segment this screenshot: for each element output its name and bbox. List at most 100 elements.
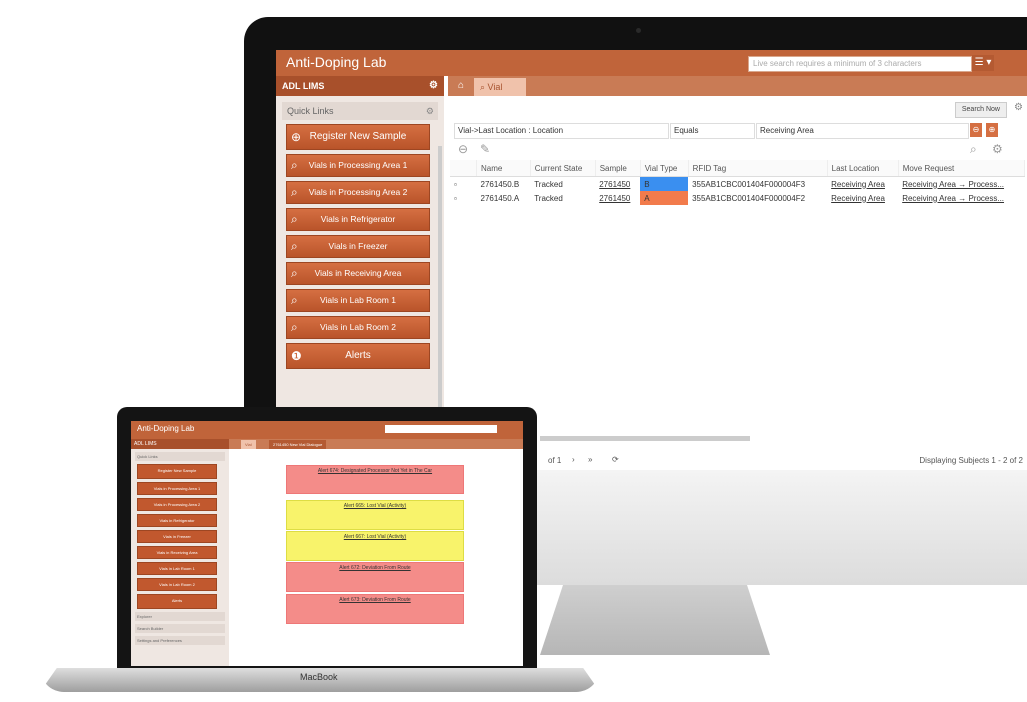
- move-request-link[interactable]: Receiving Area → Process...: [898, 177, 1024, 192]
- quick-link-label: Vials in Lab Room 1: [320, 295, 396, 305]
- mb-quick-link[interactable]: Vials in Lab Room 2: [137, 578, 217, 591]
- quick-link-lab-room-2[interactable]: ⌕ Vials in Lab Room 2: [286, 316, 430, 339]
- register-new-sample-button[interactable]: ⊕ Register New Sample: [286, 124, 430, 150]
- select-all-checkbox[interactable]: [450, 160, 477, 177]
- results-table: Name Current State Sample Vial Type RFID…: [450, 160, 1026, 205]
- mb-quick-link[interactable]: Vials in Refrigerator: [137, 514, 217, 527]
- column-header[interactable]: Name: [476, 160, 531, 177]
- alert-title[interactable]: Alert 667: Lost Vial (Activity): [287, 534, 463, 540]
- horizontal-scrollbar[interactable]: [540, 436, 750, 441]
- global-search-input[interactable]: Live search requires a minimum of 3 char…: [748, 56, 972, 72]
- column-header[interactable]: RFID Tag: [688, 160, 828, 177]
- alert-title[interactable]: Alert 674: Designated Processor Not Yet …: [287, 468, 463, 474]
- mb-tab-dialogue[interactable]: 2761450 New Vial Dialogue: [269, 440, 327, 449]
- table-row[interactable]: ▫ 2761450.A Tracked 2761450 A 355AB1CBC0…: [450, 191, 1025, 205]
- delete-icon[interactable]: ⊖: [458, 142, 468, 156]
- gear-icon[interactable]: ⚙: [1014, 102, 1023, 113]
- quick-link-refrigerator[interactable]: ⌕ Vials in Refrigerator: [286, 208, 430, 231]
- edit-icon[interactable]: ✎: [480, 142, 490, 156]
- alert-card[interactable]: Alert 667: Lost Vial (Activity): [286, 531, 464, 561]
- quick-link-label: Register New Sample: [309, 131, 407, 142]
- quick-link-processing-area-1[interactable]: ⌕ Vials in Processing Area 1: [286, 154, 430, 177]
- mb-app-header: Anti-Doping Lab: [131, 421, 523, 439]
- quick-link-label: Vials in Processing Area 1: [308, 160, 408, 170]
- mb-footer-item[interactable]: Explorer: [135, 612, 225, 621]
- mb-quick-link[interactable]: Vials in Processing Area 2: [137, 498, 217, 511]
- mb-alerts-button[interactable]: Alerts: [137, 594, 217, 609]
- last-location-link[interactable]: Receiving Area: [827, 177, 898, 192]
- remove-filter-button[interactable]: ⊖: [970, 123, 982, 137]
- last-location-link[interactable]: Receiving Area: [827, 191, 898, 205]
- quick-link-processing-area-2[interactable]: ⌕ Vials in Processing Area 2: [286, 181, 430, 204]
- search-now-button[interactable]: Search Now: [954, 102, 1007, 118]
- filter-operator-select[interactable]: Equals: [670, 123, 755, 139]
- sidebar-scrollbar[interactable]: [438, 146, 442, 416]
- alert-title[interactable]: Alert 673: Deviation From Route: [287, 597, 463, 603]
- mb-quick-link[interactable]: Register New Sample: [137, 464, 217, 479]
- filter-value-select[interactable]: Receiving Area: [756, 123, 969, 139]
- gear-icon[interactable]: ⚙: [426, 102, 434, 120]
- mb-quick-link[interactable]: Vials in Freezer: [137, 530, 217, 543]
- quick-link-label: Alerts: [345, 350, 371, 361]
- imac-stand: [540, 585, 770, 655]
- next-page-icon[interactable]: ›: [572, 455, 575, 464]
- sample-link[interactable]: 2761450: [595, 177, 640, 192]
- row-checkbox[interactable]: ▫: [450, 191, 477, 205]
- column-header[interactable]: Sample: [595, 160, 641, 177]
- cell-name: 2761450.A: [480, 193, 520, 203]
- cell-state: Tracked: [534, 193, 563, 203]
- column-header[interactable]: Vial Type: [640, 160, 689, 177]
- alert-icon: ❶: [291, 349, 302, 363]
- mb-search-input[interactable]: [385, 425, 497, 433]
- column-header[interactable]: Current State: [530, 160, 596, 177]
- macbook-label: MacBook: [300, 672, 338, 682]
- quick-link-freezer[interactable]: ⌕ Vials in Freezer: [286, 235, 430, 258]
- quick-link-label: Vials in Freezer: [328, 241, 388, 251]
- mb-tab-vial[interactable]: Vial: [241, 440, 256, 449]
- search-icon: ⌕: [291, 239, 298, 253]
- alert-card[interactable]: Alert 673: Deviation From Route: [286, 594, 464, 624]
- alerts-button[interactable]: ❶ Alerts: [286, 343, 430, 369]
- mb-quick-link[interactable]: Vials in Receiving Area: [137, 546, 217, 559]
- move-request-link[interactable]: Receiving Area → Process...: [898, 191, 1024, 205]
- alert-title[interactable]: Alert 665: Lost Vial (Activity): [287, 503, 463, 509]
- alert-title[interactable]: Alert 672: Deviation From Route: [287, 565, 463, 571]
- sample-link[interactable]: 2761450: [595, 191, 640, 205]
- quick-links-header[interactable]: Quick Links ⚙: [282, 102, 438, 120]
- gear-icon[interactable]: ⚙: [429, 76, 438, 96]
- column-header[interactable]: Move Request: [898, 160, 1026, 177]
- quick-link-label: Vials in Lab Room 2: [320, 322, 396, 332]
- refresh-icon[interactable]: ⟳: [612, 455, 619, 464]
- tab-vial[interactable]: ⌕ Vial: [474, 78, 526, 96]
- cell-vial-type: A: [640, 191, 689, 205]
- table-row[interactable]: ▫ 2761450.B Tracked 2761450 B 355AB1CBC0…: [450, 176, 1025, 192]
- filter-field-select[interactable]: Vial->Last Location : Location: [454, 123, 669, 139]
- alert-card[interactable]: Alert 674: Designated Processor Not Yet …: [286, 465, 464, 494]
- alert-card[interactable]: Alert 665: Lost Vial (Activity): [286, 500, 464, 530]
- mb-footer-item[interactable]: Settings and Preferences: [135, 636, 225, 645]
- search-icon: ⌕: [291, 293, 298, 307]
- row-checkbox[interactable]: ▫: [450, 177, 477, 192]
- alert-card[interactable]: Alert 672: Deviation From Route: [286, 562, 464, 592]
- menu-button[interactable]: ☰ ▾: [972, 55, 994, 71]
- tab-bar: ⌂ ⌕ Vial: [448, 76, 1027, 96]
- search-options-icon[interactable]: ⌕: [970, 142, 977, 157]
- quick-link-label: Vials in Processing Area 2: [308, 187, 408, 197]
- settings-icon[interactable]: ⚙: [992, 142, 1003, 156]
- quick-link-receiving-area[interactable]: ⌕ Vials in Receiving Area: [286, 262, 430, 285]
- add-filter-button[interactable]: ⊕: [986, 123, 998, 137]
- mb-quick-links-header[interactable]: Quick Links: [135, 452, 225, 461]
- quick-link-label: Vials in Receiving Area: [314, 268, 402, 278]
- plus-circle-icon: ⊕: [291, 130, 302, 144]
- home-icon[interactable]: ⌂: [452, 76, 470, 96]
- mb-footer-item[interactable]: Search Builder: [135, 624, 225, 633]
- quick-links-label: Quick Links: [287, 106, 334, 116]
- column-header[interactable]: Last Location: [827, 160, 899, 177]
- mb-quick-link[interactable]: Vials in Processing Area 1: [137, 482, 217, 495]
- macbook-screen: Anti-Doping Lab ADL LIMS Quick Links Reg…: [131, 421, 523, 666]
- last-page-icon[interactable]: »: [588, 455, 592, 464]
- quick-link-lab-room-1[interactable]: ⌕ Vials in Lab Room 1: [286, 289, 430, 312]
- table-header-row: Name Current State Sample Vial Type RFID…: [450, 160, 1026, 177]
- mb-quick-link[interactable]: Vials in Lab Room 1: [137, 562, 217, 575]
- search-icon: ⌕: [291, 212, 298, 226]
